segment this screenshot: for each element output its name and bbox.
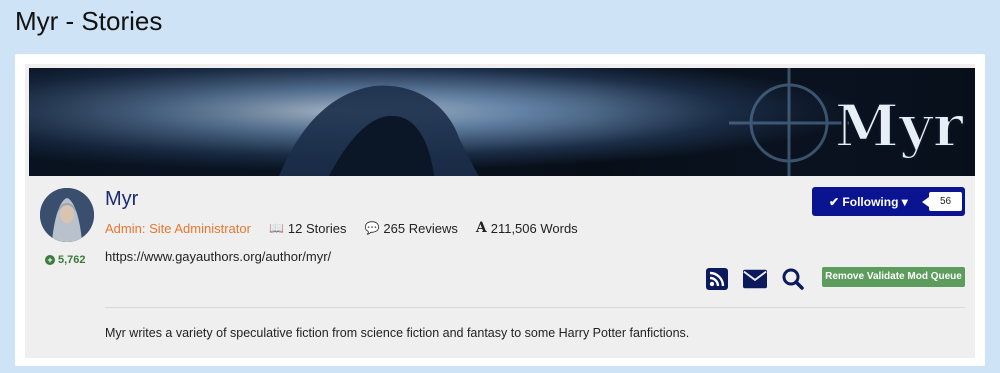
avatar-image-icon xyxy=(40,188,94,242)
profile-name[interactable]: Myr xyxy=(105,188,138,211)
words-label: 211,506 Words xyxy=(490,220,578,236)
reviews-label: 265 Reviews xyxy=(383,220,458,236)
stories-stat[interactable]: 📖 12 Stories xyxy=(269,221,347,236)
profile-actions xyxy=(705,267,819,291)
comment-icon: 💬 xyxy=(364,221,380,235)
profile-card: Myr + 5,762 Myr Admin: Site Administrato… xyxy=(15,54,985,366)
role-label: Admin: Site Administrator xyxy=(105,220,251,236)
reputation: + 5,762 xyxy=(45,254,86,266)
caret-down-icon: ▾ xyxy=(901,194,908,209)
check-icon: ✔ xyxy=(829,194,840,209)
following-button[interactable]: ✔ Following ▾ 56 xyxy=(812,187,965,216)
font-icon: A xyxy=(475,220,487,236)
profile-inner: Myr + 5,762 Myr Admin: Site Administrato… xyxy=(25,64,975,358)
follower-count: 56 xyxy=(922,192,962,211)
profile-bio: Myr writes a variety of speculative fict… xyxy=(105,326,690,340)
divider xyxy=(105,307,965,308)
profile-meta: Admin: Site Administrator 📖 12 Stories 💬… xyxy=(105,220,596,236)
banner-logo-text: Myr xyxy=(835,92,965,160)
search-icon[interactable] xyxy=(781,267,805,291)
following-label: ✔ Following ▾ xyxy=(829,194,908,209)
stories-label: 12 Stories xyxy=(287,220,347,236)
page-title: Myr - Stories xyxy=(15,6,163,36)
profile-url[interactable]: https://www.gayauthors.org/author/myr/ xyxy=(105,249,331,264)
envelope-icon[interactable] xyxy=(743,267,767,291)
rss-icon[interactable] xyxy=(705,267,729,291)
profile-banner: Myr xyxy=(29,68,975,176)
plus-circle-icon: + xyxy=(45,255,55,265)
avatar[interactable] xyxy=(40,188,94,242)
book-icon: 📖 xyxy=(268,221,284,235)
remove-validate-mod-queue-button[interactable]: Remove Validate Mod Queue xyxy=(822,267,965,287)
words-stat: A 211,506 Words xyxy=(476,220,578,236)
reviews-stat[interactable]: 💬 265 Reviews xyxy=(364,221,457,236)
reputation-value: 5,762 xyxy=(58,254,86,266)
